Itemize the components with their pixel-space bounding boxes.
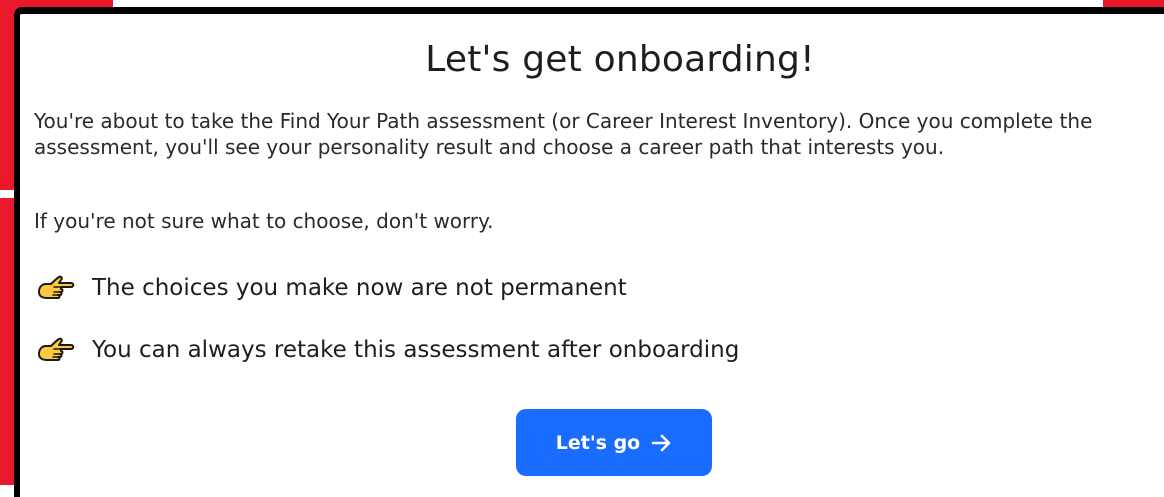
pointing-hand-icon [34,268,78,308]
onboarding-modal: Let's get onboarding! You're about to ta… [14,7,1164,497]
backdrop-red-left-lower [0,198,14,485]
bullet-text: You can always retake this assessment af… [92,337,740,363]
reassurance-text: If you're not sure what to choose, don't… [34,209,494,233]
intro-paragraph: You're about to take the Find Your Path … [34,109,1093,159]
pointing-hand-icon [34,330,78,370]
lets-go-button[interactable]: Let's go [516,409,712,476]
bullet-text: The choices you make now are not permane… [92,275,627,301]
arrow-right-icon [652,434,672,452]
bullet-item: You can always retake this assessment af… [20,330,739,370]
modal-title: Let's get onboarding! [425,39,815,80]
bullet-item: The choices you make now are not permane… [20,268,627,308]
backdrop-red-left-upper [0,0,14,190]
lets-go-label: Let's go [555,431,641,454]
